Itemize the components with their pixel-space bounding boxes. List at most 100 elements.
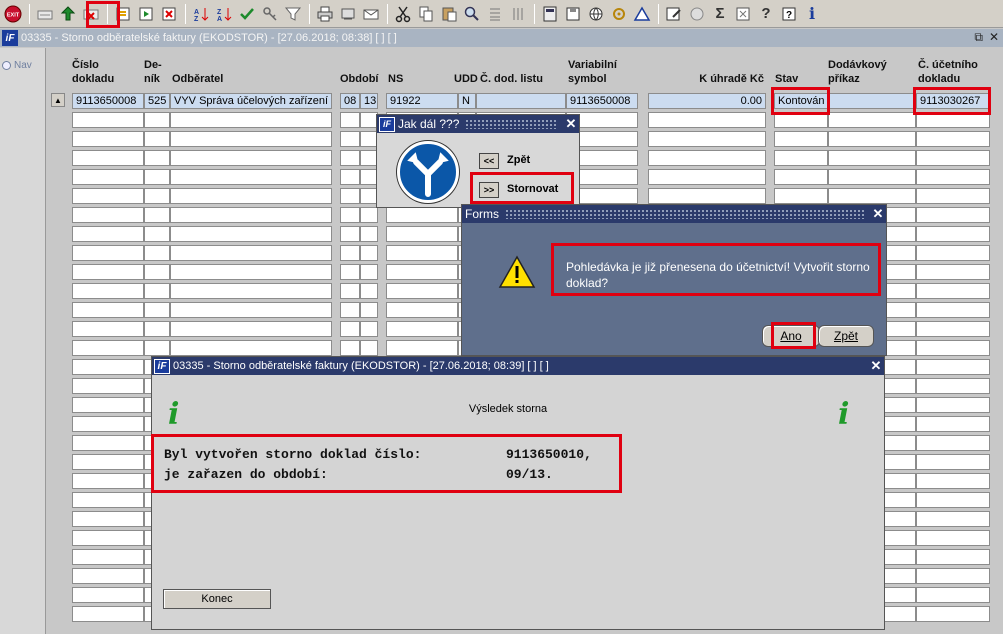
cell-stav[interactable]: Kontován — [774, 93, 828, 109]
context-help-icon[interactable]: ? — [778, 3, 800, 25]
table-cell[interactable] — [72, 587, 144, 603]
table-cell[interactable] — [774, 150, 828, 166]
table-cell[interactable] — [72, 530, 144, 546]
table-cell[interactable] — [340, 226, 360, 242]
table-cell[interactable] — [916, 245, 990, 261]
table-cell[interactable] — [916, 340, 990, 356]
table-cell[interactable] — [386, 321, 458, 337]
table-cell[interactable] — [72, 340, 144, 356]
print-preview-icon[interactable] — [337, 3, 359, 25]
table-cell[interactable] — [144, 340, 170, 356]
table-cell[interactable] — [170, 226, 332, 242]
settings-icon[interactable] — [608, 3, 630, 25]
table-cell[interactable] — [72, 549, 144, 565]
table-cell[interactable] — [916, 568, 990, 584]
close-icon[interactable]: ✕ — [563, 116, 579, 132]
cell-variabilni-symbol[interactable]: 9113650008 — [566, 93, 638, 109]
table-cell[interactable] — [916, 492, 990, 508]
scroll-up-button[interactable]: ▲ — [51, 93, 65, 107]
table-cell[interactable] — [72, 416, 144, 432]
chart-icon[interactable] — [631, 3, 653, 25]
table-cell[interactable] — [386, 207, 458, 223]
table-cell[interactable] — [916, 188, 990, 204]
table-cell[interactable] — [916, 226, 990, 242]
table-cell[interactable] — [72, 283, 144, 299]
table-cell[interactable] — [340, 340, 360, 356]
table-cell[interactable] — [340, 207, 360, 223]
table-cell[interactable] — [340, 150, 360, 166]
cell-udd[interactable]: N — [458, 93, 476, 109]
restore-icon[interactable]: ⧉ — [974, 30, 983, 45]
filter-icon[interactable] — [282, 3, 304, 25]
table-cell[interactable] — [170, 321, 332, 337]
table-cell[interactable] — [916, 511, 990, 527]
table-cell[interactable] — [386, 283, 458, 299]
table-cell[interactable] — [170, 340, 332, 356]
scissors-icon[interactable] — [392, 3, 414, 25]
table-cell[interactable] — [144, 188, 170, 204]
cell-c-dod-listu[interactable] — [476, 93, 566, 109]
save-icon[interactable] — [57, 3, 79, 25]
table-cell[interactable] — [170, 188, 332, 204]
table-cell[interactable] — [916, 416, 990, 432]
close-icon[interactable]: ✕ — [868, 358, 884, 374]
table-cell[interactable] — [170, 283, 332, 299]
table-cell[interactable] — [340, 188, 360, 204]
table-cell[interactable] — [360, 321, 378, 337]
table-cell[interactable] — [916, 378, 990, 394]
table-cell[interactable] — [72, 397, 144, 413]
cell-cislo-dokladu[interactable]: 9113650008 — [72, 93, 144, 109]
table-cell[interactable] — [648, 150, 766, 166]
back-button[interactable]: Zpět — [818, 325, 874, 347]
table-cell[interactable] — [916, 606, 990, 622]
excel-icon[interactable] — [732, 3, 754, 25]
table-cell[interactable] — [360, 340, 378, 356]
table-cell[interactable] — [916, 473, 990, 489]
exit-icon[interactable]: EXIT — [2, 3, 24, 25]
nav-radio[interactable]: Nav — [2, 60, 32, 71]
table-cell[interactable] — [916, 283, 990, 299]
table-cell[interactable] — [386, 340, 458, 356]
table-cell[interactable] — [386, 226, 458, 242]
table-cell[interactable] — [386, 302, 458, 318]
table-cell[interactable] — [72, 245, 144, 261]
table-cell[interactable] — [72, 321, 144, 337]
table-cell[interactable] — [340, 131, 360, 147]
table-cell[interactable] — [916, 549, 990, 565]
table-cell[interactable] — [386, 245, 458, 261]
table-cell[interactable] — [144, 112, 170, 128]
table-cell[interactable] — [386, 264, 458, 280]
yes-button[interactable]: Ano — [762, 325, 820, 347]
table-cell[interactable] — [774, 169, 828, 185]
table-cell[interactable] — [340, 302, 360, 318]
table-cell[interactable] — [916, 397, 990, 413]
key-icon[interactable] — [259, 3, 281, 25]
table-cell[interactable] — [170, 150, 332, 166]
table-cell[interactable] — [72, 150, 144, 166]
insert-record-icon[interactable] — [34, 3, 56, 25]
table-cell[interactable] — [340, 283, 360, 299]
zoom-icon[interactable] — [461, 3, 483, 25]
close-icon[interactable]: ✕ — [989, 30, 999, 45]
table-cell[interactable] — [72, 568, 144, 584]
sort-desc-icon[interactable]: ZA — [213, 3, 235, 25]
table-cell[interactable] — [72, 473, 144, 489]
table-cell[interactable] — [72, 112, 144, 128]
table-cell[interactable] — [72, 454, 144, 470]
storno-button[interactable]: >> — [479, 182, 499, 198]
list-icon[interactable] — [484, 3, 506, 25]
table-cell[interactable] — [170, 131, 332, 147]
table-cell[interactable] — [648, 188, 766, 204]
cell-k-uhrade[interactable]: 0.00 — [648, 93, 766, 109]
cell-c-ucetniho-dokladu[interactable]: 9113030267 — [916, 93, 990, 109]
back-button[interactable]: << — [479, 153, 499, 169]
table-cell[interactable] — [648, 169, 766, 185]
mail-icon[interactable] — [360, 3, 382, 25]
query-icon[interactable] — [112, 3, 134, 25]
cell-odberatel[interactable]: VYV Správa účelových zařízení — [170, 93, 332, 109]
table-cell[interactable] — [828, 188, 916, 204]
table-cell[interactable] — [170, 169, 332, 185]
konec-button[interactable]: Konec — [163, 589, 271, 609]
table-cell[interactable] — [144, 150, 170, 166]
table-cell[interactable] — [170, 264, 332, 280]
